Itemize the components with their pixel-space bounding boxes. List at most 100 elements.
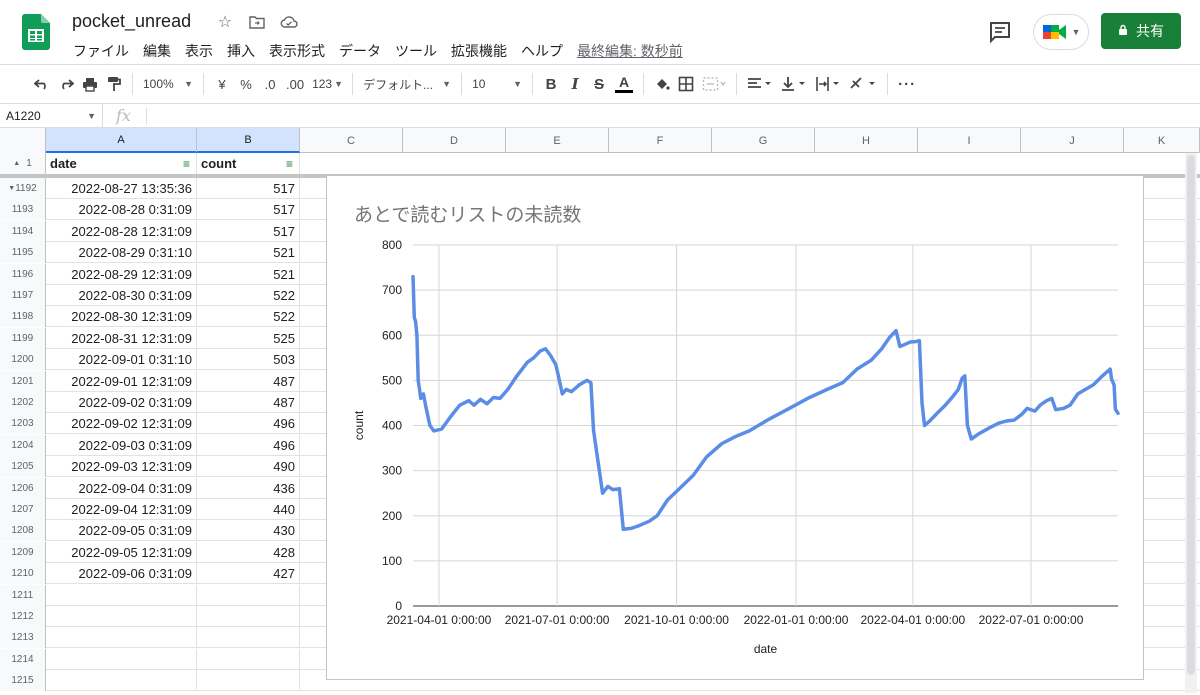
row-number[interactable]: ▲ 1 — [0, 153, 46, 174]
count-cell[interactable]: 430 — [197, 520, 300, 542]
star-icon[interactable]: ☆ — [214, 11, 236, 33]
row-number[interactable]: 1201 — [0, 370, 46, 392]
row-number[interactable]: 1215 — [0, 670, 46, 692]
row-number[interactable]: 1196 — [0, 263, 46, 285]
count-cell[interactable] — [197, 584, 300, 606]
text-color-icon[interactable]: A — [611, 70, 637, 98]
count-cell[interactable]: 487 — [197, 392, 300, 413]
date-cell[interactable]: 2022-09-04 12:31:09 — [46, 499, 197, 520]
row-number[interactable]: 1210 — [0, 563, 46, 585]
meet-button[interactable]: ▼ — [1033, 14, 1089, 50]
count-cell[interactable] — [197, 627, 300, 649]
comment-history-icon[interactable] — [987, 19, 1013, 45]
paint-format-icon[interactable] — [102, 70, 126, 98]
cloud-status-icon[interactable] — [278, 11, 300, 33]
font-family-select[interactable]: デフォルト... ▼ — [359, 70, 455, 98]
date-cell[interactable]: 2022-08-30 0:31:09 — [46, 285, 197, 306]
column-header-b[interactable]: B — [197, 128, 300, 153]
count-cell[interactable]: 496 — [197, 413, 300, 435]
undo-icon[interactable] — [30, 70, 54, 98]
zoom-select[interactable]: 100% ▼ — [139, 70, 197, 98]
decrease-decimal-button[interactable]: .0 — [258, 70, 282, 98]
filter-icon[interactable]: ≡ — [286, 157, 293, 171]
strikethrough-icon[interactable]: S — [587, 70, 611, 98]
column-header-d[interactable]: D — [403, 128, 506, 153]
row-number[interactable]: 1207 — [0, 499, 46, 520]
row-number[interactable]: 1203 — [0, 413, 46, 435]
column-header-e[interactable]: E — [506, 128, 609, 153]
row-number[interactable]: 1204 — [0, 434, 46, 456]
currency-format-button[interactable]: ¥ — [210, 70, 234, 98]
row-number[interactable]: 1202 — [0, 392, 46, 413]
column-header-g[interactable]: G — [712, 128, 815, 153]
menu-extensions[interactable]: 拡張機能 — [444, 41, 514, 61]
header-cell-count[interactable]: count ≡ — [197, 153, 300, 174]
fill-color-icon[interactable] — [650, 70, 674, 98]
date-cell[interactable] — [46, 606, 197, 627]
redo-icon[interactable] — [54, 70, 78, 98]
formula-input[interactable] — [152, 104, 1192, 128]
date-cell[interactable] — [46, 670, 197, 692]
count-cell[interactable]: 521 — [197, 242, 300, 264]
vertical-scrollbar-thumb[interactable] — [1187, 155, 1195, 675]
date-cell[interactable]: 2022-09-04 0:31:09 — [46, 477, 197, 499]
date-cell[interactable]: 2022-09-01 0:31:10 — [46, 349, 197, 371]
increase-decimal-button[interactable]: .00 — [282, 70, 308, 98]
date-cell[interactable]: 2022-09-05 0:31:09 — [46, 520, 197, 542]
column-header-k[interactable]: K — [1124, 128, 1200, 153]
count-cell[interactable]: 427 — [197, 563, 300, 585]
text-rotation-icon[interactable] — [845, 70, 881, 98]
row-number[interactable]: 1206 — [0, 477, 46, 499]
column-header-j[interactable]: J — [1021, 128, 1124, 153]
date-cell[interactable]: 2022-08-29 12:31:09 — [46, 263, 197, 285]
menu-file[interactable]: ファイル — [66, 41, 136, 61]
menu-edit[interactable]: 編集 — [136, 41, 178, 61]
row-number[interactable]: 1198 — [0, 306, 46, 328]
date-cell[interactable]: 2022-08-28 12:31:09 — [46, 220, 197, 242]
row-number[interactable]: 1208 — [0, 520, 46, 542]
date-cell[interactable] — [46, 584, 197, 606]
count-cell[interactable]: 521 — [197, 263, 300, 285]
date-cell[interactable]: 2022-09-01 12:31:09 — [46, 370, 197, 392]
row-number[interactable]: 1211 — [0, 584, 46, 606]
select-all-corner[interactable] — [0, 128, 46, 153]
count-cell[interactable]: 487 — [197, 370, 300, 392]
date-cell[interactable]: 2022-08-31 12:31:09 — [46, 327, 197, 349]
count-cell[interactable]: 522 — [197, 306, 300, 328]
bold-icon[interactable]: B — [539, 70, 563, 98]
date-cell[interactable]: 2022-09-02 0:31:09 — [46, 392, 197, 413]
date-cell[interactable] — [46, 648, 197, 670]
line-chart[interactable]: あとで読むリストの未読数 0 100 200 300 400 500 600 700 800 20… — [326, 175, 1144, 680]
more-options-icon[interactable]: ··· — [894, 70, 920, 98]
header-cell-date[interactable]: date ≡ — [46, 153, 197, 174]
row-number[interactable]: 1199 — [0, 327, 46, 349]
menu-view[interactable]: 表示 — [178, 41, 220, 61]
row-number[interactable]: 1213 — [0, 627, 46, 649]
percent-format-button[interactable]: % — [234, 70, 258, 98]
last-edit-link[interactable]: 最終編集: 数秒前 — [570, 41, 690, 61]
move-folder-icon[interactable] — [246, 11, 268, 33]
merge-cells-icon[interactable] — [698, 70, 730, 98]
count-cell[interactable]: 503 — [197, 349, 300, 371]
horizontal-align-icon[interactable] — [743, 70, 777, 98]
count-cell[interactable]: 517 — [197, 220, 300, 242]
row-number[interactable]: 1200 — [0, 349, 46, 371]
menu-help[interactable]: ヘルプ — [514, 41, 570, 61]
date-cell[interactable]: 2022-09-05 12:31:09 — [46, 541, 197, 563]
date-cell[interactable]: 2022-09-02 12:31:09 — [46, 413, 197, 435]
filter-icon[interactable]: ≡ — [183, 157, 190, 171]
menu-data[interactable]: データ — [332, 41, 388, 61]
count-cell[interactable]: 525 — [197, 327, 300, 349]
row-number[interactable]: 1194 — [0, 220, 46, 242]
column-header-h[interactable]: H — [815, 128, 918, 153]
count-cell[interactable]: 490 — [197, 456, 300, 478]
row-number[interactable]: 1205 — [0, 456, 46, 478]
count-cell[interactable] — [197, 670, 300, 692]
document-title[interactable]: pocket_unread — [72, 11, 191, 32]
count-cell[interactable] — [197, 648, 300, 670]
sheets-logo-icon[interactable] — [22, 14, 50, 50]
column-header-c[interactable]: C — [300, 128, 403, 153]
date-cell[interactable]: 2022-08-27 13:35:36 — [46, 178, 197, 199]
date-cell[interactable]: 2022-08-29 0:31:10 — [46, 242, 197, 264]
count-cell[interactable]: 522 — [197, 285, 300, 306]
